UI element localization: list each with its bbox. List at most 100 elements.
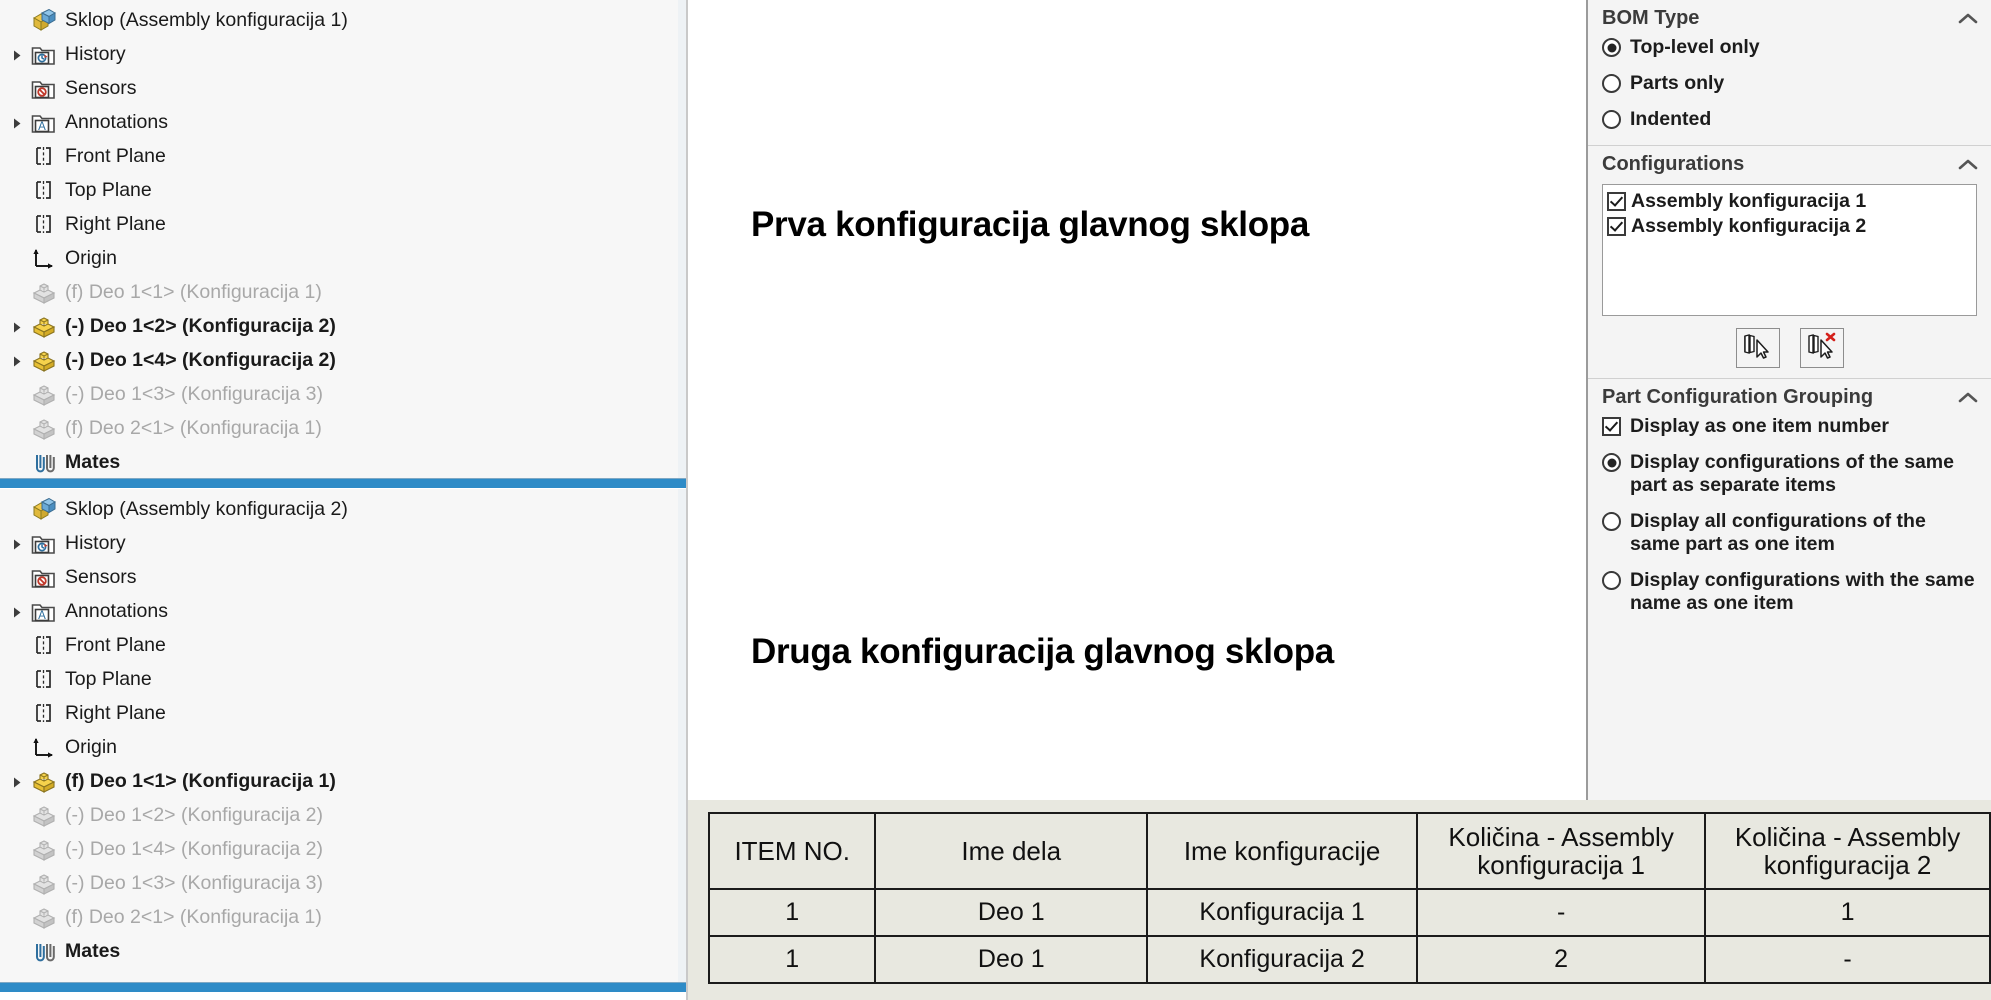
clear-all-configurations-button[interactable] bbox=[1799, 328, 1844, 368]
feature-tree-1-items: History Sensors A Annotations Front Plane Top… bbox=[4, 38, 686, 480]
radio-display-configs-separate-items[interactable]: Display configurations of the same part … bbox=[1602, 451, 1977, 497]
bom-table-row[interactable]: 1 Deo 1 Konfiguracija 1-1 bbox=[707, 888, 1991, 937]
expand-arrow-icon[interactable] bbox=[4, 776, 30, 789]
tree-item-row[interactable]: A Annotations bbox=[4, 595, 686, 629]
tree-item-row[interactable]: Right Plane bbox=[4, 208, 686, 242]
radio-top-level-only[interactable]: Top-level only bbox=[1602, 36, 1977, 59]
tree-item-row[interactable]: (-) Deo 1<3> (Konfiguracija 3) bbox=[4, 378, 686, 412]
tree-item-row[interactable]: A Annotations bbox=[4, 106, 686, 140]
feature-tree-panel-1[interactable]: Sklop (Assembly konfiguracija 1) History… bbox=[0, 0, 686, 484]
tree-item-row[interactable]: (-) Deo 1<4> (Konfiguracija 2) bbox=[4, 833, 686, 867]
tree-item-row[interactable]: Front Plane bbox=[4, 629, 686, 663]
bom-cell[interactable]: 1 bbox=[1704, 888, 1991, 937]
tree-item-row[interactable]: Mates bbox=[4, 935, 686, 969]
bom-cell[interactable]: Konfiguracija 1 bbox=[1146, 888, 1419, 937]
configuration-list-item-1[interactable]: Assembly konfiguracija 1 bbox=[1607, 189, 1972, 214]
tree-item-row[interactable]: Top Plane bbox=[4, 663, 686, 697]
bom-cell[interactable]: 1 bbox=[707, 888, 877, 937]
chevron-up-icon[interactable] bbox=[1957, 391, 1979, 405]
tree-item-row[interactable]: (f) Deo 2<1> (Konfiguracija 1) bbox=[4, 412, 686, 446]
bom-cell[interactable]: - bbox=[1416, 888, 1707, 937]
radio-indented[interactable]: Indented bbox=[1602, 108, 1977, 131]
tree-splitter-2[interactable] bbox=[0, 982, 686, 992]
part-icon-gray bbox=[30, 280, 58, 306]
configurations-header[interactable]: Configurations bbox=[1588, 146, 1991, 182]
part-icon-gray bbox=[30, 803, 58, 829]
bom-table[interactable]: ITEM NO. Ime dela Ime konfiguracije Koli… bbox=[707, 812, 1991, 984]
bom-type-header[interactable]: BOM Type bbox=[1588, 0, 1991, 36]
tree-item-row[interactable]: Origin bbox=[4, 242, 686, 276]
radio-parts-only[interactable]: Parts only bbox=[1602, 72, 1977, 95]
tree-item-row[interactable]: Sensors bbox=[4, 72, 686, 106]
graphics-title-second-configuration: Druga konfiguracija glavnog sklopa bbox=[751, 632, 1334, 671]
checkbox-icon[interactable] bbox=[1607, 192, 1626, 211]
expand-arrow-icon[interactable] bbox=[4, 355, 30, 368]
tree-row-root-2[interactable]: Sklop (Assembly konfiguracija 2) bbox=[4, 493, 686, 527]
tree-item-label: Mates bbox=[65, 940, 121, 963]
tree-item-row[interactable]: (f) Deo 1<1> (Konfiguracija 1) bbox=[4, 276, 686, 310]
bom-cell[interactable]: Deo 1 bbox=[874, 888, 1149, 937]
bom-header-item-no: ITEM NO. bbox=[707, 812, 877, 890]
bom-cell[interactable]: 1 bbox=[707, 935, 877, 984]
select-all-configurations-button[interactable] bbox=[1735, 328, 1780, 368]
plane-icon bbox=[30, 633, 58, 659]
radio-display-configs-same-name-one-item[interactable]: Display configurations with the same nam… bbox=[1602, 569, 1977, 615]
bom-cell[interactable]: Deo 1 bbox=[874, 935, 1149, 984]
tree-item-row[interactable]: (f) Deo 1<1> (Konfiguracija 1) bbox=[4, 765, 686, 799]
tree-splitter-1[interactable] bbox=[0, 478, 686, 488]
part-configuration-grouping-header[interactable]: Part Configuration Grouping bbox=[1588, 379, 1991, 415]
radio-icon[interactable] bbox=[1602, 512, 1621, 531]
tree-item-row[interactable]: (f) Deo 2<1> (Konfiguracija 1) bbox=[4, 901, 686, 935]
tree-row-root-1[interactable]: Sklop (Assembly konfiguracija 1) bbox=[4, 4, 686, 38]
radio-icon[interactable] bbox=[1602, 453, 1621, 472]
expand-arrow-icon[interactable] bbox=[4, 117, 30, 130]
expand-arrow-icon[interactable] bbox=[4, 606, 30, 619]
svg-text:A: A bbox=[38, 610, 46, 622]
radio-display-all-configs-one-item[interactable]: Display all configurations of the same p… bbox=[1602, 510, 1977, 556]
graphics-area[interactable]: Prva konfiguracija glavnog sklopa Druga … bbox=[688, 0, 1584, 800]
chevron-up-icon[interactable] bbox=[1957, 12, 1979, 26]
tree-item-row[interactable]: (-) Deo 1<2> (Konfiguracija 2) bbox=[4, 799, 686, 833]
tree-item-row[interactable]: (-) Deo 1<4> (Konfiguracija 2) bbox=[4, 344, 686, 378]
tree-item-row[interactable]: Front Plane bbox=[4, 140, 686, 174]
tree-item-label: Origin bbox=[65, 247, 118, 270]
expand-arrow-icon[interactable] bbox=[4, 538, 30, 551]
checkbox-icon[interactable] bbox=[1602, 417, 1621, 436]
plane-icon bbox=[30, 212, 58, 238]
bom-cell[interactable]: Konfiguracija 2 bbox=[1146, 935, 1419, 984]
feature-tree-2-scrollbar[interactable] bbox=[678, 489, 686, 982]
tree-item-row[interactable]: Mates bbox=[4, 446, 686, 480]
tree-item-row[interactable]: Right Plane bbox=[4, 697, 686, 731]
bom-cell[interactable]: 2 bbox=[1416, 935, 1707, 984]
configuration-list-item-2[interactable]: Assembly konfiguracija 2 bbox=[1607, 214, 1972, 239]
plane-icon bbox=[30, 701, 58, 727]
radio-display-configs-separate-items-label: Display configurations of the same part … bbox=[1630, 451, 1954, 496]
tree-item-row[interactable]: (-) Deo 1<3> (Konfiguracija 3) bbox=[4, 867, 686, 901]
expand-arrow-icon[interactable] bbox=[4, 321, 30, 334]
feature-tree-1-scrollbar[interactable] bbox=[678, 0, 686, 478]
bom-cell[interactable]: - bbox=[1704, 935, 1991, 984]
tree-item-row[interactable]: (-) Deo 1<2> (Konfiguracija 2) bbox=[4, 310, 686, 344]
tree-item-row[interactable]: Top Plane bbox=[4, 174, 686, 208]
checkbox-display-as-one-item-number[interactable]: Display as one item number bbox=[1602, 415, 1977, 438]
radio-icon[interactable] bbox=[1602, 110, 1621, 129]
bom-table-row[interactable]: 1 Deo 1 Konfiguracija 22- bbox=[707, 935, 1991, 984]
radio-icon[interactable] bbox=[1602, 74, 1621, 93]
tree-item-row[interactable]: History bbox=[4, 527, 686, 561]
bom-table-body: 1 Deo 1 Konfiguracija 1-1 1 Deo 1 Konfiguraci… bbox=[707, 888, 1991, 984]
property-manager-panel: BOM Type Top-level only Parts only Inden… bbox=[1586, 0, 1991, 800]
tree-item-row[interactable]: Sensors bbox=[4, 561, 686, 595]
configurations-listbox[interactable]: Assembly konfiguracija 1 Assembly konfig… bbox=[1602, 184, 1977, 316]
tree-item-label: Origin bbox=[65, 736, 118, 759]
configurations-section: Configurations Assembly konfiguracija 1 … bbox=[1588, 146, 1991, 379]
tree-item-label: Right Plane bbox=[65, 213, 166, 236]
expand-arrow-icon[interactable] bbox=[4, 49, 30, 62]
checkbox-icon[interactable] bbox=[1607, 217, 1626, 236]
chevron-up-icon[interactable] bbox=[1957, 158, 1979, 172]
radio-icon[interactable] bbox=[1602, 38, 1621, 57]
radio-icon[interactable] bbox=[1602, 571, 1621, 590]
tree-item-row[interactable]: Origin bbox=[4, 731, 686, 765]
tree-item-row[interactable]: History bbox=[4, 38, 686, 72]
bom-header-config-name: Ime konfiguracije bbox=[1146, 812, 1419, 890]
feature-tree-panel-2[interactable]: Sklop (Assembly konfiguracija 2) History… bbox=[0, 489, 686, 989]
